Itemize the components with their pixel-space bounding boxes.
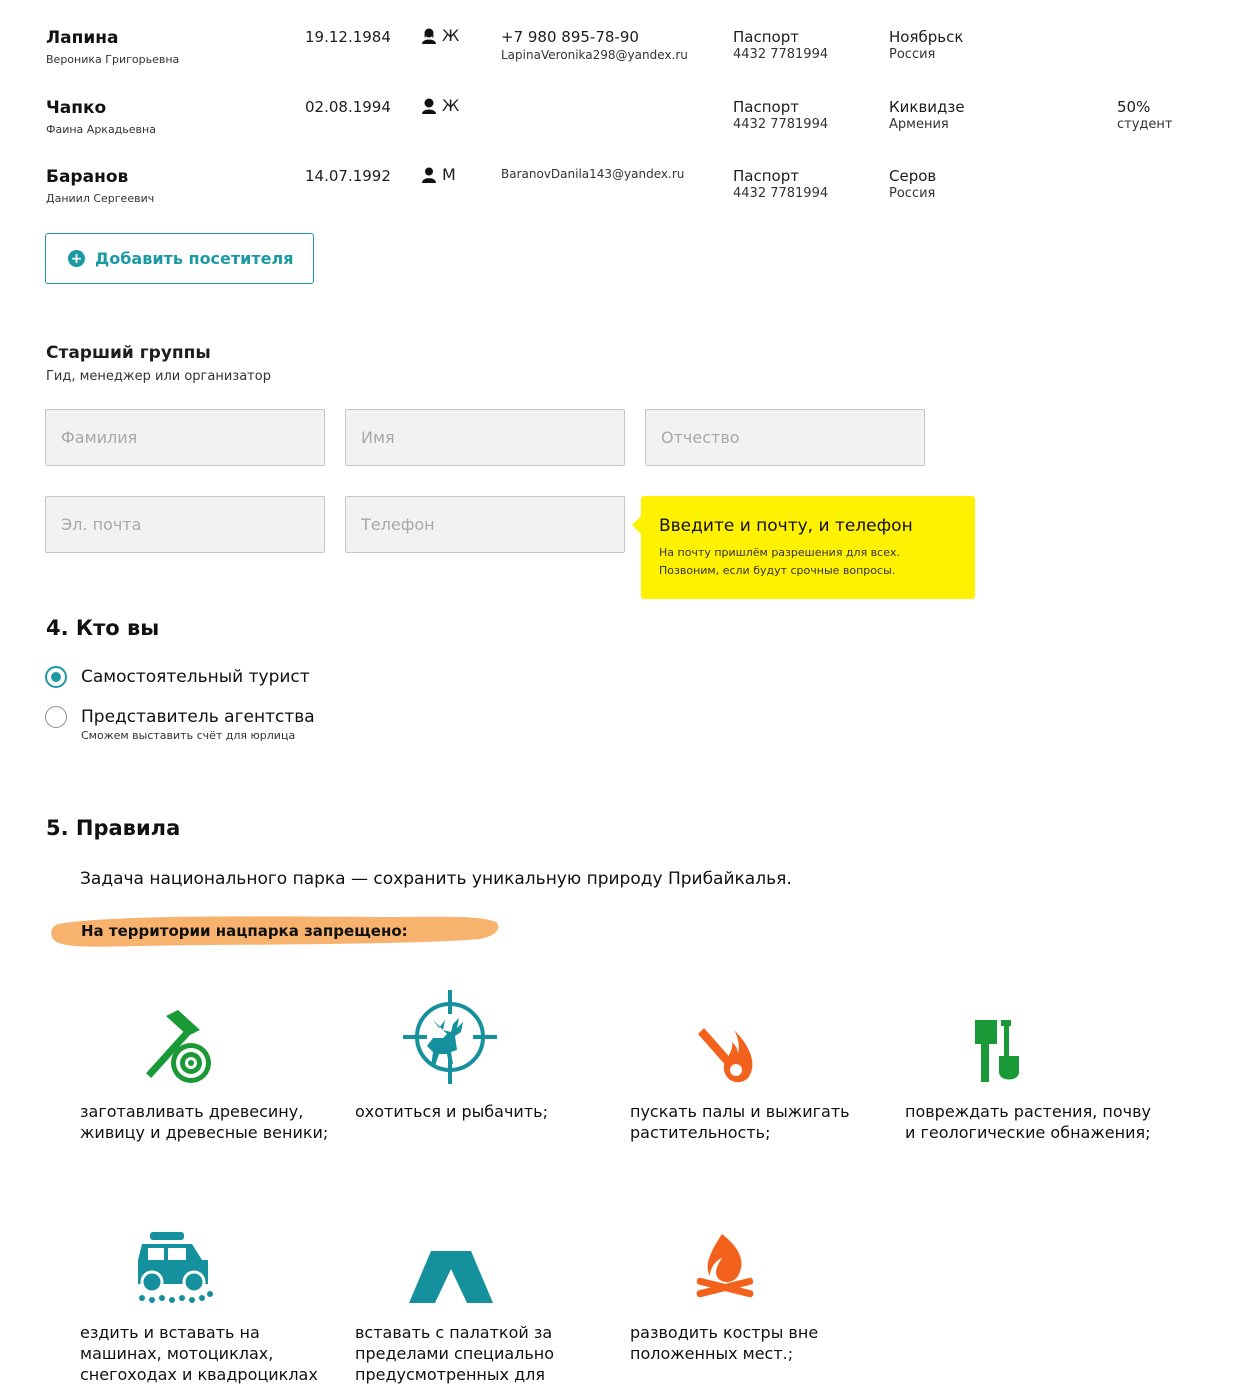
contact-hint-tooltip: Введите и почту, и телефон На почту приш… bbox=[632, 496, 975, 599]
visitor-gender: Ж bbox=[420, 26, 459, 45]
tooltip-title: Введите и почту, и телефон bbox=[659, 516, 913, 536]
visitor-doc-type: Паспорт bbox=[733, 167, 799, 185]
radio-label: Представитель агентства bbox=[81, 707, 315, 727]
burning-match-icon bbox=[698, 1028, 753, 1083]
section-rules-title: 5. Правила bbox=[46, 816, 181, 840]
visitor-row: Чапко Фаина Аркадьевна 02.08.1994 Ж Пасп… bbox=[0, 80, 1250, 150]
axe-log-icon bbox=[146, 1010, 211, 1083]
email-field[interactable] bbox=[45, 496, 325, 553]
visitor-gender-label: Ж bbox=[442, 26, 460, 45]
visitor-doc-number: 4432 7781994 bbox=[733, 117, 829, 132]
name-field[interactable] bbox=[345, 409, 625, 466]
visitor-doc-number: 4432 7781994 bbox=[733, 186, 829, 201]
add-visitor-label: Добавить посетителя bbox=[95, 249, 294, 268]
visitor-country: Россия bbox=[889, 47, 936, 62]
visitor-row: Баранов Даниил Сергеевич 14.07.1992 М Ba… bbox=[0, 149, 1250, 219]
rule-text: вставать с палаткой за пределами специал… bbox=[355, 1323, 555, 1384]
female-person-icon bbox=[422, 98, 436, 114]
plus-circle-icon: + bbox=[68, 250, 85, 267]
tent-icon bbox=[409, 1251, 493, 1303]
rule-text: охотиться и рыбачить; bbox=[355, 1102, 548, 1121]
visitor-email: LapinaVeronika298@yandex.ru bbox=[501, 48, 688, 62]
visitor-doc-number: 4432 7781994 bbox=[733, 47, 829, 62]
rule-text: пускать палы и выжигать растительность; bbox=[630, 1102, 850, 1142]
visitor-city: Киквидзе bbox=[889, 98, 965, 116]
visitor-phone: +7 980 895-78-90 bbox=[501, 28, 639, 46]
visitor-surname: Лапина bbox=[46, 28, 119, 48]
offroad-car-icon bbox=[138, 1232, 213, 1303]
axe-shovel-icon bbox=[975, 1020, 1019, 1082]
visitor-discount-label: студент bbox=[1117, 117, 1173, 132]
visitor-gender-label: М bbox=[442, 165, 456, 184]
section-who-title: 4. Кто вы bbox=[46, 616, 160, 640]
surname-field[interactable] bbox=[45, 409, 325, 466]
group-leader-subtitle: Гид, менеджер или организатор bbox=[46, 369, 271, 384]
tooltip-text: На почту пришлём разрешения для всех. По… bbox=[659, 546, 900, 577]
visitor-fullname: Вероника Григорьевна bbox=[46, 53, 180, 66]
visitor-email: BaranovDanila143@yandex.ru bbox=[501, 167, 685, 181]
visitor-doc-type: Паспорт bbox=[733, 28, 799, 46]
radio-agency-representative[interactable]: Представитель агентства Сможем выставить… bbox=[45, 706, 315, 742]
visitor-gender: Ж bbox=[420, 96, 459, 115]
add-visitor-button[interactable]: + Добавить посетителя bbox=[45, 233, 314, 284]
radio-independent-tourist[interactable]: Самостоятельный турист bbox=[45, 666, 310, 688]
visitor-fullname: Даниил Сергеевич bbox=[46, 192, 155, 205]
rules-intro: Задача национального парка — сохранить у… bbox=[80, 869, 792, 889]
radio-label: Самостоятельный турист bbox=[81, 667, 310, 687]
radio-button-checked[interactable] bbox=[45, 666, 67, 688]
visitor-surname: Баранов bbox=[46, 167, 129, 187]
visitor-row: Лапина Вероника Григорьевна 19.12.1984 Ж… bbox=[0, 10, 1250, 80]
visitor-country: Армения bbox=[889, 117, 949, 132]
patronymic-field[interactable] bbox=[645, 409, 925, 466]
rule-text: разводить костры вне положенных мест.; bbox=[630, 1323, 819, 1363]
radio-button[interactable] bbox=[45, 706, 67, 728]
rule-text: заготавливать древесину, живицу и древес… bbox=[80, 1102, 329, 1142]
visitor-birthdate: 19.12.1984 bbox=[305, 28, 391, 46]
visitor-country: Россия bbox=[889, 186, 936, 201]
group-leader-title: Старший группы bbox=[46, 343, 211, 363]
rule-text: повреждать растения, почву и геологическ… bbox=[905, 1102, 1151, 1142]
radio-sublabel: Сможем выставить счёт для юрлица bbox=[81, 729, 296, 742]
visitor-discount: 50% bbox=[1117, 98, 1151, 116]
male-person-icon bbox=[422, 167, 436, 183]
phone-field[interactable] bbox=[345, 496, 625, 553]
visitor-gender-label: Ж bbox=[442, 96, 460, 115]
campfire-icon bbox=[696, 1234, 754, 1298]
visitor-birthdate: 02.08.1994 bbox=[305, 98, 391, 116]
visitor-doc-type: Паспорт bbox=[733, 98, 799, 116]
visitor-city: Ноябрьск bbox=[889, 28, 964, 46]
visitor-city: Серов bbox=[889, 167, 937, 185]
female-person-icon bbox=[422, 28, 436, 44]
visitor-gender: М bbox=[420, 165, 456, 184]
rule-text: ездить и вставать на машинах, мотоциклах… bbox=[80, 1323, 318, 1384]
prohibited-banner-text: На территории нацпарка запрещено: bbox=[81, 922, 408, 940]
deer-target-icon bbox=[403, 990, 497, 1084]
visitor-fullname: Фаина Аркадьевна bbox=[46, 123, 156, 136]
visitor-surname: Чапко bbox=[46, 98, 107, 118]
visitor-birthdate: 14.07.1992 bbox=[305, 167, 391, 185]
prohibited-banner: На территории нацпарка запрещено: bbox=[50, 912, 500, 950]
